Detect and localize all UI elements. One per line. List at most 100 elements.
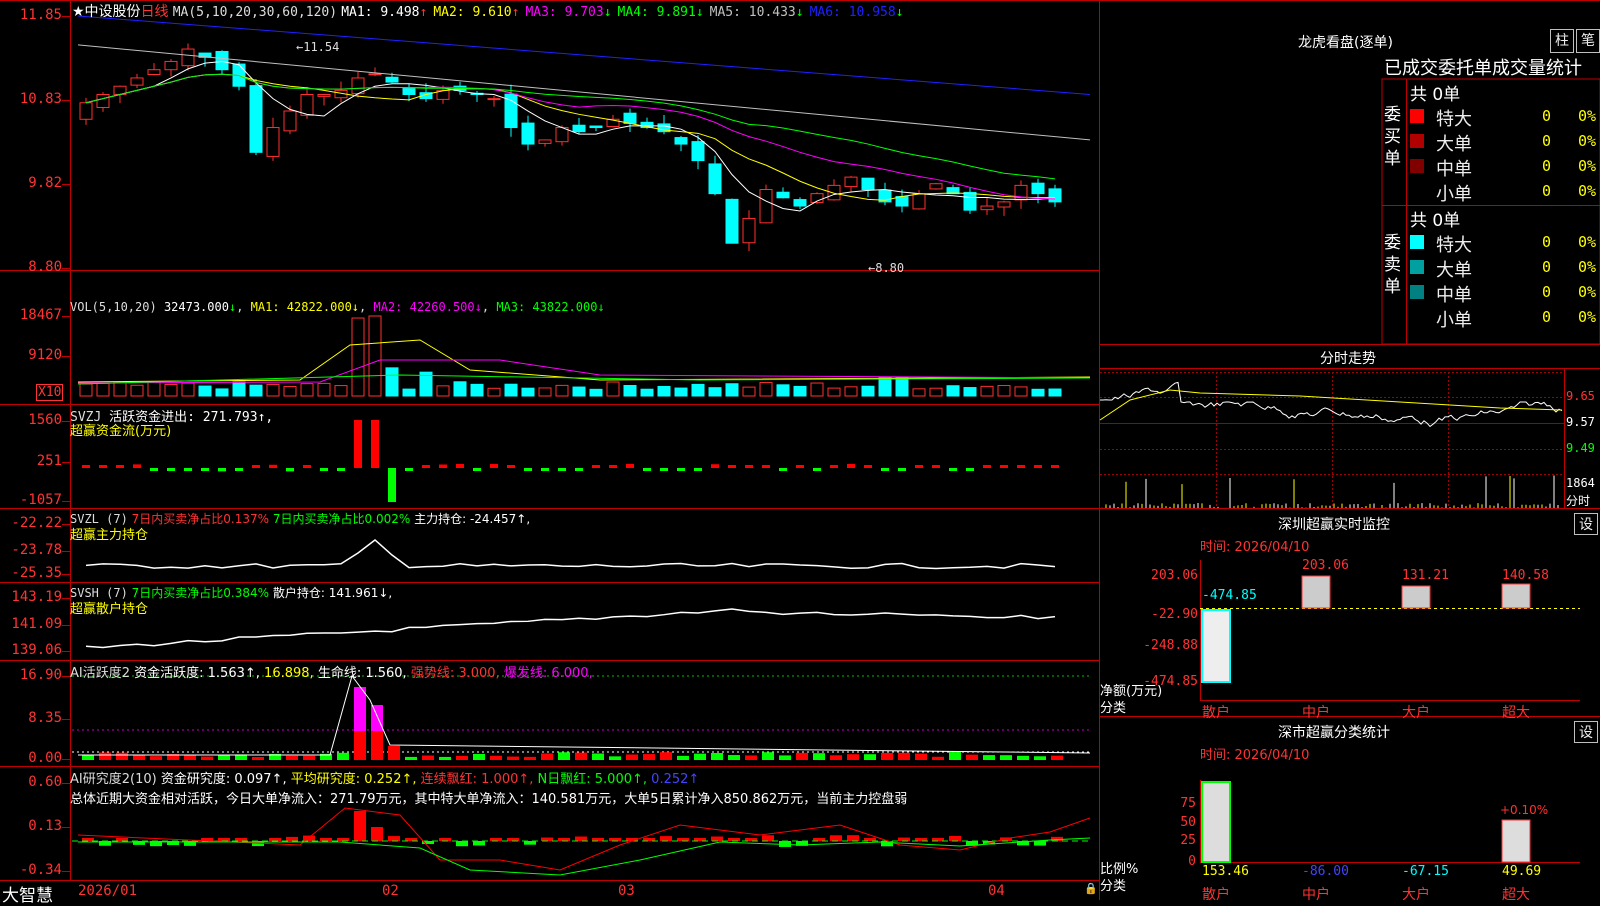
research-bar [371, 827, 383, 841]
classify-settings-button[interactable]: 设 [1574, 721, 1598, 743]
monitor-settings-button[interactable]: 设 [1574, 513, 1598, 535]
candle-up [351, 77, 365, 95]
classify-value-label: 153.46 [1202, 864, 1249, 879]
ma-value-5: MA5: 10.433↓ [709, 5, 804, 20]
volume-bar [657, 385, 671, 397]
monitor-value-label: 203.06 [1302, 558, 1349, 573]
volume-bar [538, 387, 552, 397]
candle-down [402, 87, 416, 95]
ai1-axis-label: 16.90 [19, 667, 62, 683]
classify-category-label: 中户 [1302, 887, 1330, 903]
activity-bar [813, 753, 825, 760]
activity-bar [252, 756, 264, 760]
ma-prefix: MA(5,10,20,30,60,120) [172, 5, 338, 20]
candle-down [725, 198, 739, 244]
activity-bar [405, 756, 417, 760]
ai2-axis-label: 0.13 [28, 818, 62, 834]
activity-bar [490, 755, 502, 760]
candle-up [317, 93, 331, 97]
activity-bar [711, 753, 723, 760]
monitor-category-label: 散户 [1202, 705, 1230, 721]
tick-mode-button[interactable]: 笔 [1576, 29, 1600, 53]
intraday-vol-unit: 分时 [1566, 494, 1591, 508]
volume-bar [895, 377, 909, 397]
period-label[interactable]: 日线 [141, 4, 169, 20]
row-count: 0 [1542, 308, 1552, 326]
row-count: 0 [1542, 107, 1552, 125]
vol-unit: X10 [36, 384, 64, 401]
candle-up [929, 183, 943, 190]
ma-value-3: MA3: 9.703↓ [525, 5, 612, 20]
classify-axis-label: 0 [1188, 854, 1196, 869]
flow-bar [541, 468, 549, 471]
row-name: 大单 [1436, 260, 1472, 281]
volume-bar [674, 387, 688, 397]
sell-row: 小单 0 0% [1410, 306, 1600, 331]
color-swatch [1410, 159, 1424, 173]
ma-values: MA1: 9.498↑ MA2: 9.610↑ MA3: 9.703↓ MA4: 9.… [341, 5, 909, 20]
volume-bar [334, 385, 348, 397]
row-count: 0 [1542, 132, 1552, 150]
candle-down [895, 196, 909, 207]
activity-bar [830, 755, 842, 760]
volume-bar [521, 387, 535, 397]
volume-bar [487, 387, 501, 397]
flow-bar [915, 465, 923, 468]
flow-bar [235, 468, 243, 471]
ai2-axis-label: 0.60 [28, 774, 62, 790]
candle-up [980, 205, 994, 211]
bar-mode-button[interactable]: 柱 [1550, 29, 1574, 53]
price-header: ★中设股份日线 MA(5,10,20,30,60,120) MA1: 9.498… [72, 1, 910, 21]
candle-down [572, 124, 586, 133]
intraday-title: 分时走势 [1320, 351, 1376, 367]
volume-bar [708, 387, 722, 397]
activity-bar [218, 755, 230, 760]
research-bar [456, 841, 468, 847]
flow-bar [575, 468, 583, 471]
vol-header: VOL(5,10,20) 32473.000↓, MA1: 42822.000↓… [70, 300, 605, 314]
intraday-axis-mid: 9.57 [1566, 415, 1595, 429]
flow-bar [116, 465, 124, 468]
flow-bar [609, 465, 617, 468]
ai2-header: AI研究度2(10) 资金研究度: 0.097↑, 平均研究度: 0.252↑,… [70, 772, 700, 787]
volume-bar [810, 382, 824, 397]
activity-bar [116, 752, 128, 760]
candle-down [793, 199, 807, 207]
classify-axis-label: 50 [1180, 815, 1196, 830]
activity-bar [898, 752, 910, 760]
research-bar [830, 835, 842, 841]
research-bar [1051, 836, 1063, 841]
candle-down [385, 76, 399, 83]
flow-bar [490, 464, 498, 468]
ai1-header: AI活跃度2 资金活跃度: 1.563↑, 16.898, 生命线: 1.560… [70, 666, 593, 681]
candle-down [521, 122, 535, 145]
flow-bar [779, 468, 787, 471]
intraday-axis-bottom: 9.49 [1566, 441, 1595, 455]
chart-canvas[interactable] [0, 0, 1600, 900]
lock-icon[interactable]: 🔒 [1084, 882, 1098, 895]
flow-bar [796, 465, 804, 468]
monitor-bar-retail [1201, 609, 1231, 683]
flow-bar [626, 463, 634, 468]
candle-up [368, 73, 382, 76]
volume-bar [606, 381, 620, 397]
monitor-axis-label: -474.85 [1143, 674, 1198, 689]
candle-down [1031, 182, 1045, 195]
volume-bar [453, 381, 467, 397]
activity-bar [728, 755, 740, 760]
volume-bar [283, 385, 297, 397]
stock-name[interactable]: ★中设股份 [72, 4, 141, 20]
activity-bar [966, 754, 978, 760]
flow-bar [439, 464, 447, 468]
flow-bar [524, 468, 532, 471]
flow-bar [150, 468, 158, 471]
volume-bar [317, 382, 331, 397]
flow-bar [1017, 465, 1025, 468]
svsh-axis-label: 143.19 [11, 589, 62, 605]
activity-bar [201, 756, 213, 760]
classify-value-label: -67.15 [1402, 864, 1449, 879]
color-swatch [1410, 285, 1424, 299]
low-mark: ←8.80 [868, 261, 905, 275]
activity-bar [1034, 756, 1046, 760]
price-axis-label: 11.85 [19, 7, 62, 23]
